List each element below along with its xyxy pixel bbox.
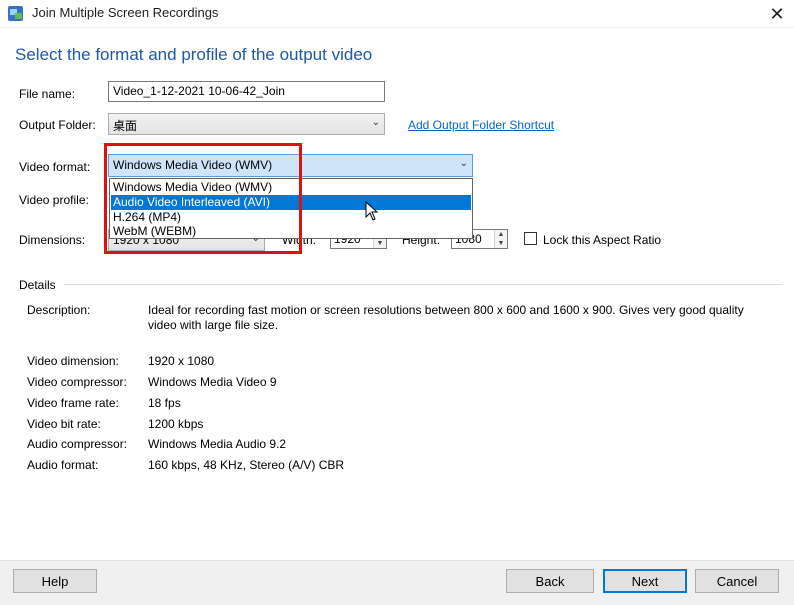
detail-label-video-dimension: Video dimension: bbox=[27, 354, 119, 368]
app-icon bbox=[8, 6, 23, 21]
detail-value-frame-rate: 18 fps bbox=[148, 396, 181, 410]
description-line-2: video with large file size. bbox=[148, 318, 279, 332]
output-folder-value: 桌面 bbox=[113, 119, 138, 133]
description-line-1: Ideal for recording fast motion or scree… bbox=[148, 303, 744, 317]
video-format-option-webm[interactable]: WebM (WEBM) bbox=[111, 224, 471, 239]
detail-value-audio-compressor: Windows Media Audio 9.2 bbox=[148, 437, 287, 451]
detail-value-video-compressor: Windows Media Video 9 bbox=[148, 375, 277, 389]
file-name-label: File name: bbox=[19, 87, 76, 101]
add-output-folder-shortcut-link[interactable]: Add Output Folder Shortcut bbox=[408, 118, 554, 132]
page-title: Select the format and profile of the out… bbox=[15, 45, 373, 64]
details-section-label: Details bbox=[19, 278, 56, 292]
close-icon: ✕ bbox=[769, 3, 785, 24]
next-button[interactable]: Next bbox=[603, 569, 687, 593]
detail-label-video-compressor: Video compressor: bbox=[27, 375, 127, 389]
video-format-label: Video format: bbox=[19, 160, 91, 174]
title-bar: Join Multiple Screen Recordings ✕ bbox=[0, 0, 794, 28]
detail-label-bit-rate: Video bit rate: bbox=[27, 417, 101, 431]
mouse-pointer-icon bbox=[365, 201, 379, 221]
video-profile-label: Video profile: bbox=[19, 193, 89, 207]
cancel-button[interactable]: Cancel bbox=[695, 569, 779, 593]
detail-label-audio-compressor: Audio compressor: bbox=[27, 437, 128, 451]
detail-value-bit-rate: 1200 kbps bbox=[148, 417, 204, 431]
lock-aspect-checkbox[interactable] bbox=[524, 232, 537, 245]
lock-aspect-label: Lock this Aspect Ratio bbox=[543, 233, 662, 247]
detail-label-frame-rate: Video frame rate: bbox=[27, 396, 119, 410]
details-divider bbox=[64, 284, 782, 285]
output-folder-select[interactable]: 桌面 ⌄ bbox=[108, 113, 385, 135]
video-format-option-wmv[interactable]: Windows Media Video (WMV) bbox=[111, 180, 471, 195]
height-spinner[interactable]: ▲ ▼ bbox=[494, 230, 507, 248]
window-title: Join Multiple Screen Recordings bbox=[32, 5, 219, 20]
chevron-down-icon: ⌄ bbox=[371, 117, 380, 128]
output-folder-label: Output Folder: bbox=[19, 118, 96, 132]
video-format-value: Windows Media Video (WMV) bbox=[113, 158, 273, 172]
help-button[interactable]: Help bbox=[13, 569, 97, 593]
video-format-option-avi[interactable]: Audio Video Interleaved (AVI) bbox=[111, 195, 471, 210]
video-format-select[interactable]: Windows Media Video (WMV) ⌄ bbox=[108, 154, 473, 177]
close-button[interactable]: ✕ bbox=[760, 0, 794, 28]
back-button[interactable]: Back bbox=[506, 569, 594, 593]
video-format-option-mp4[interactable]: H.264 (MP4) bbox=[111, 210, 471, 225]
detail-label-audio-format: Audio format: bbox=[27, 458, 99, 472]
video-format-dropdown-list: Windows Media Video (WMV) Audio Video In… bbox=[109, 178, 473, 239]
detail-value-audio-format: 160 kbps, 48 KHz, Stereo (A/V) CBR bbox=[148, 458, 345, 472]
dimensions-label: Dimensions: bbox=[19, 233, 86, 247]
description-label: Description: bbox=[27, 303, 91, 317]
file-name-input[interactable]: Video_1-12-2021 10-06-42_Join bbox=[108, 81, 385, 102]
chevron-down-icon: ⌄ bbox=[459, 158, 468, 169]
detail-value-video-dimension: 1920 x 1080 bbox=[148, 354, 215, 368]
